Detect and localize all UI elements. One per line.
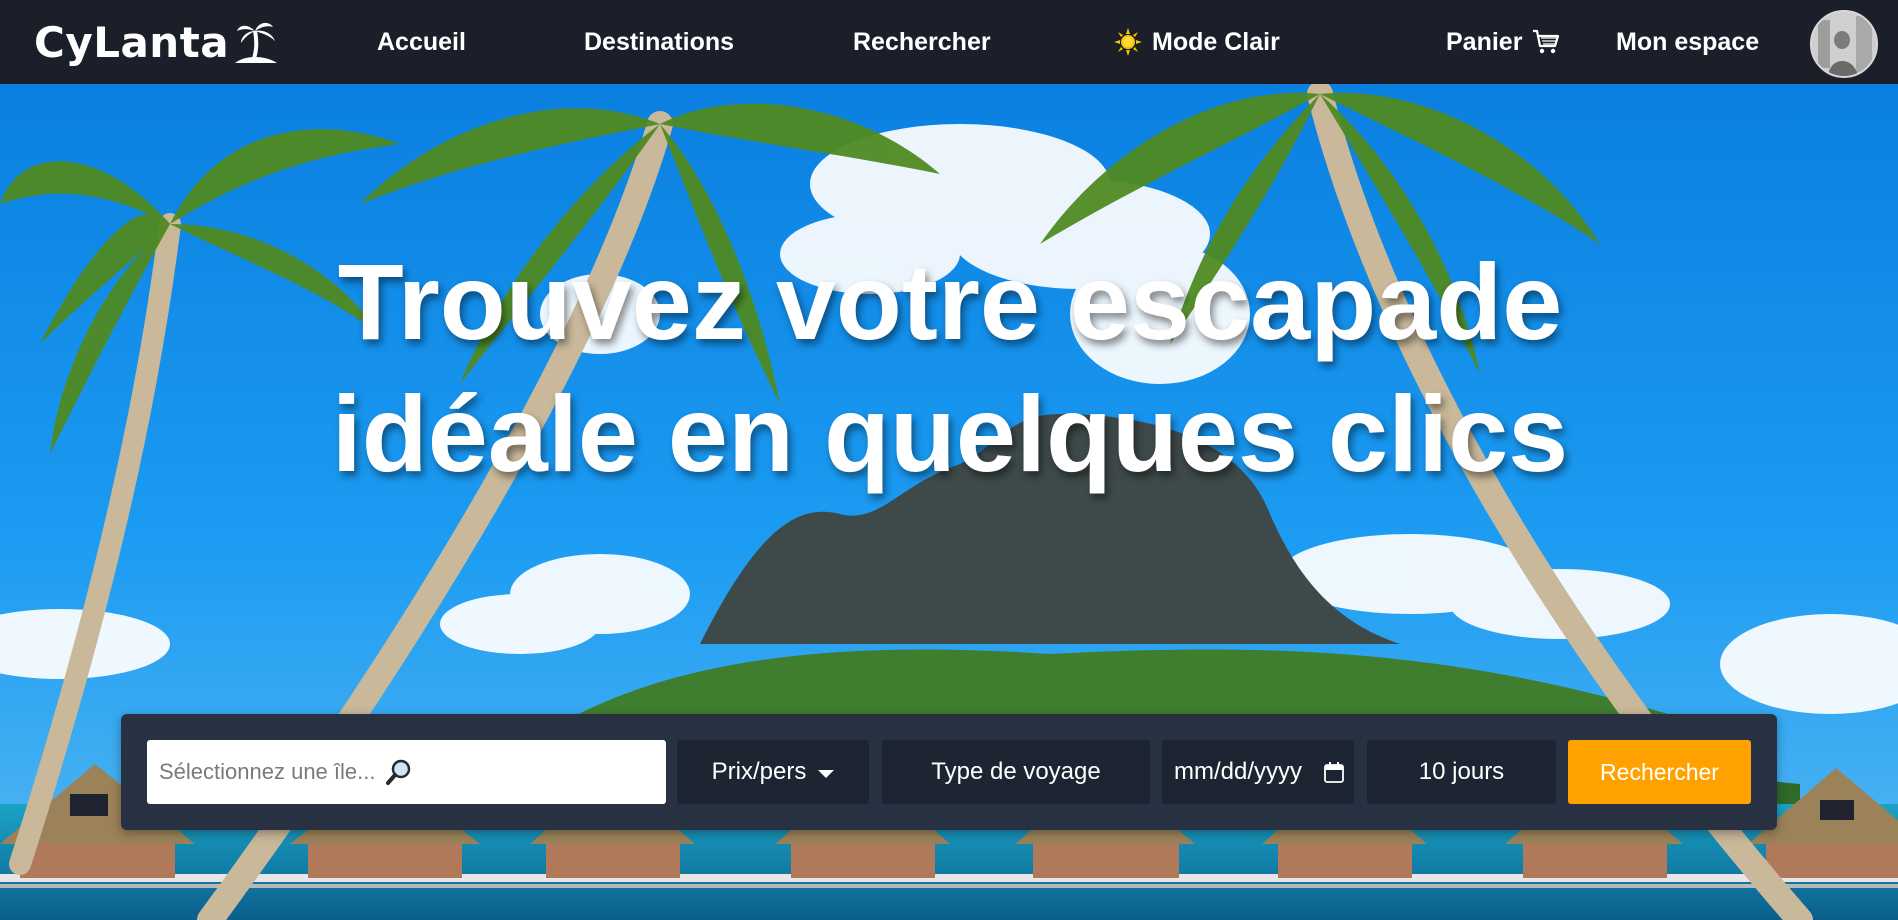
nav-cart[interactable]: Panier	[1446, 0, 1560, 84]
sun-icon	[1114, 28, 1142, 56]
price-dropdown[interactable]: Prix/pers	[677, 740, 869, 804]
brand-name: CyLanta	[34, 17, 230, 67]
search-panel: Sélectionnez une île... Prix/pers Type d…	[121, 714, 1777, 830]
nav-destinations[interactable]: Destinations	[584, 0, 734, 84]
price-label: Prix/pers	[711, 758, 807, 785]
magnifier-icon	[386, 759, 411, 785]
nav-account[interactable]: Mon espace	[1616, 0, 1759, 84]
trip-type-label: Type de voyage	[931, 758, 1101, 785]
nav-account-label: Mon espace	[1616, 27, 1760, 56]
nav-home[interactable]: Accueil	[377, 0, 466, 84]
hero-title-line1: Trouvez votre escapade	[337, 241, 1563, 362]
hero-title-line2: idéale en quelques clics	[331, 373, 1569, 494]
search-button-label: Rechercher	[1600, 758, 1719, 785]
nav-search-label: Rechercher	[853, 27, 991, 56]
nav-cart-label: Panier	[1446, 27, 1523, 56]
navbar: CyLanta Accueil Destinations Rechercher	[0, 0, 1898, 84]
nav-home-label: Accueil	[377, 27, 466, 56]
caret-down-icon	[818, 770, 835, 778]
shopping-cart-icon	[1533, 29, 1560, 54]
nav-destinations-label: Destinations	[584, 27, 735, 56]
duration-label: 10 jours	[1418, 758, 1505, 785]
island-search-input[interactable]: Sélectionnez une île...	[147, 740, 666, 804]
user-avatar-image	[1812, 12, 1876, 76]
duration-select[interactable]: 10 jours	[1367, 740, 1556, 804]
hero-title: Trouvez votre escapade idéale en quelque…	[250, 236, 1650, 500]
nav-search[interactable]: Rechercher	[853, 0, 991, 84]
island-placeholder: Sélectionnez une île...	[159, 759, 376, 784]
date-input[interactable]: mm/dd/yyyy	[1162, 740, 1354, 804]
theme-toggle[interactable]: Mode Clair	[1114, 0, 1280, 84]
search-button[interactable]: Rechercher	[1568, 740, 1751, 804]
hero-section: Trouvez votre escapade idéale en quelque…	[0, 84, 1898, 920]
calendar-icon[interactable]	[1324, 761, 1344, 783]
date-placeholder: mm/dd/yyyy	[1174, 758, 1303, 785]
brand-logo[interactable]: CyLanta	[34, 17, 278, 67]
palm-tree-icon	[235, 22, 278, 63]
avatar[interactable]	[1810, 10, 1878, 78]
trip-type-select[interactable]: Type de voyage	[882, 740, 1150, 804]
theme-toggle-label: Mode Clair	[1152, 27, 1280, 56]
